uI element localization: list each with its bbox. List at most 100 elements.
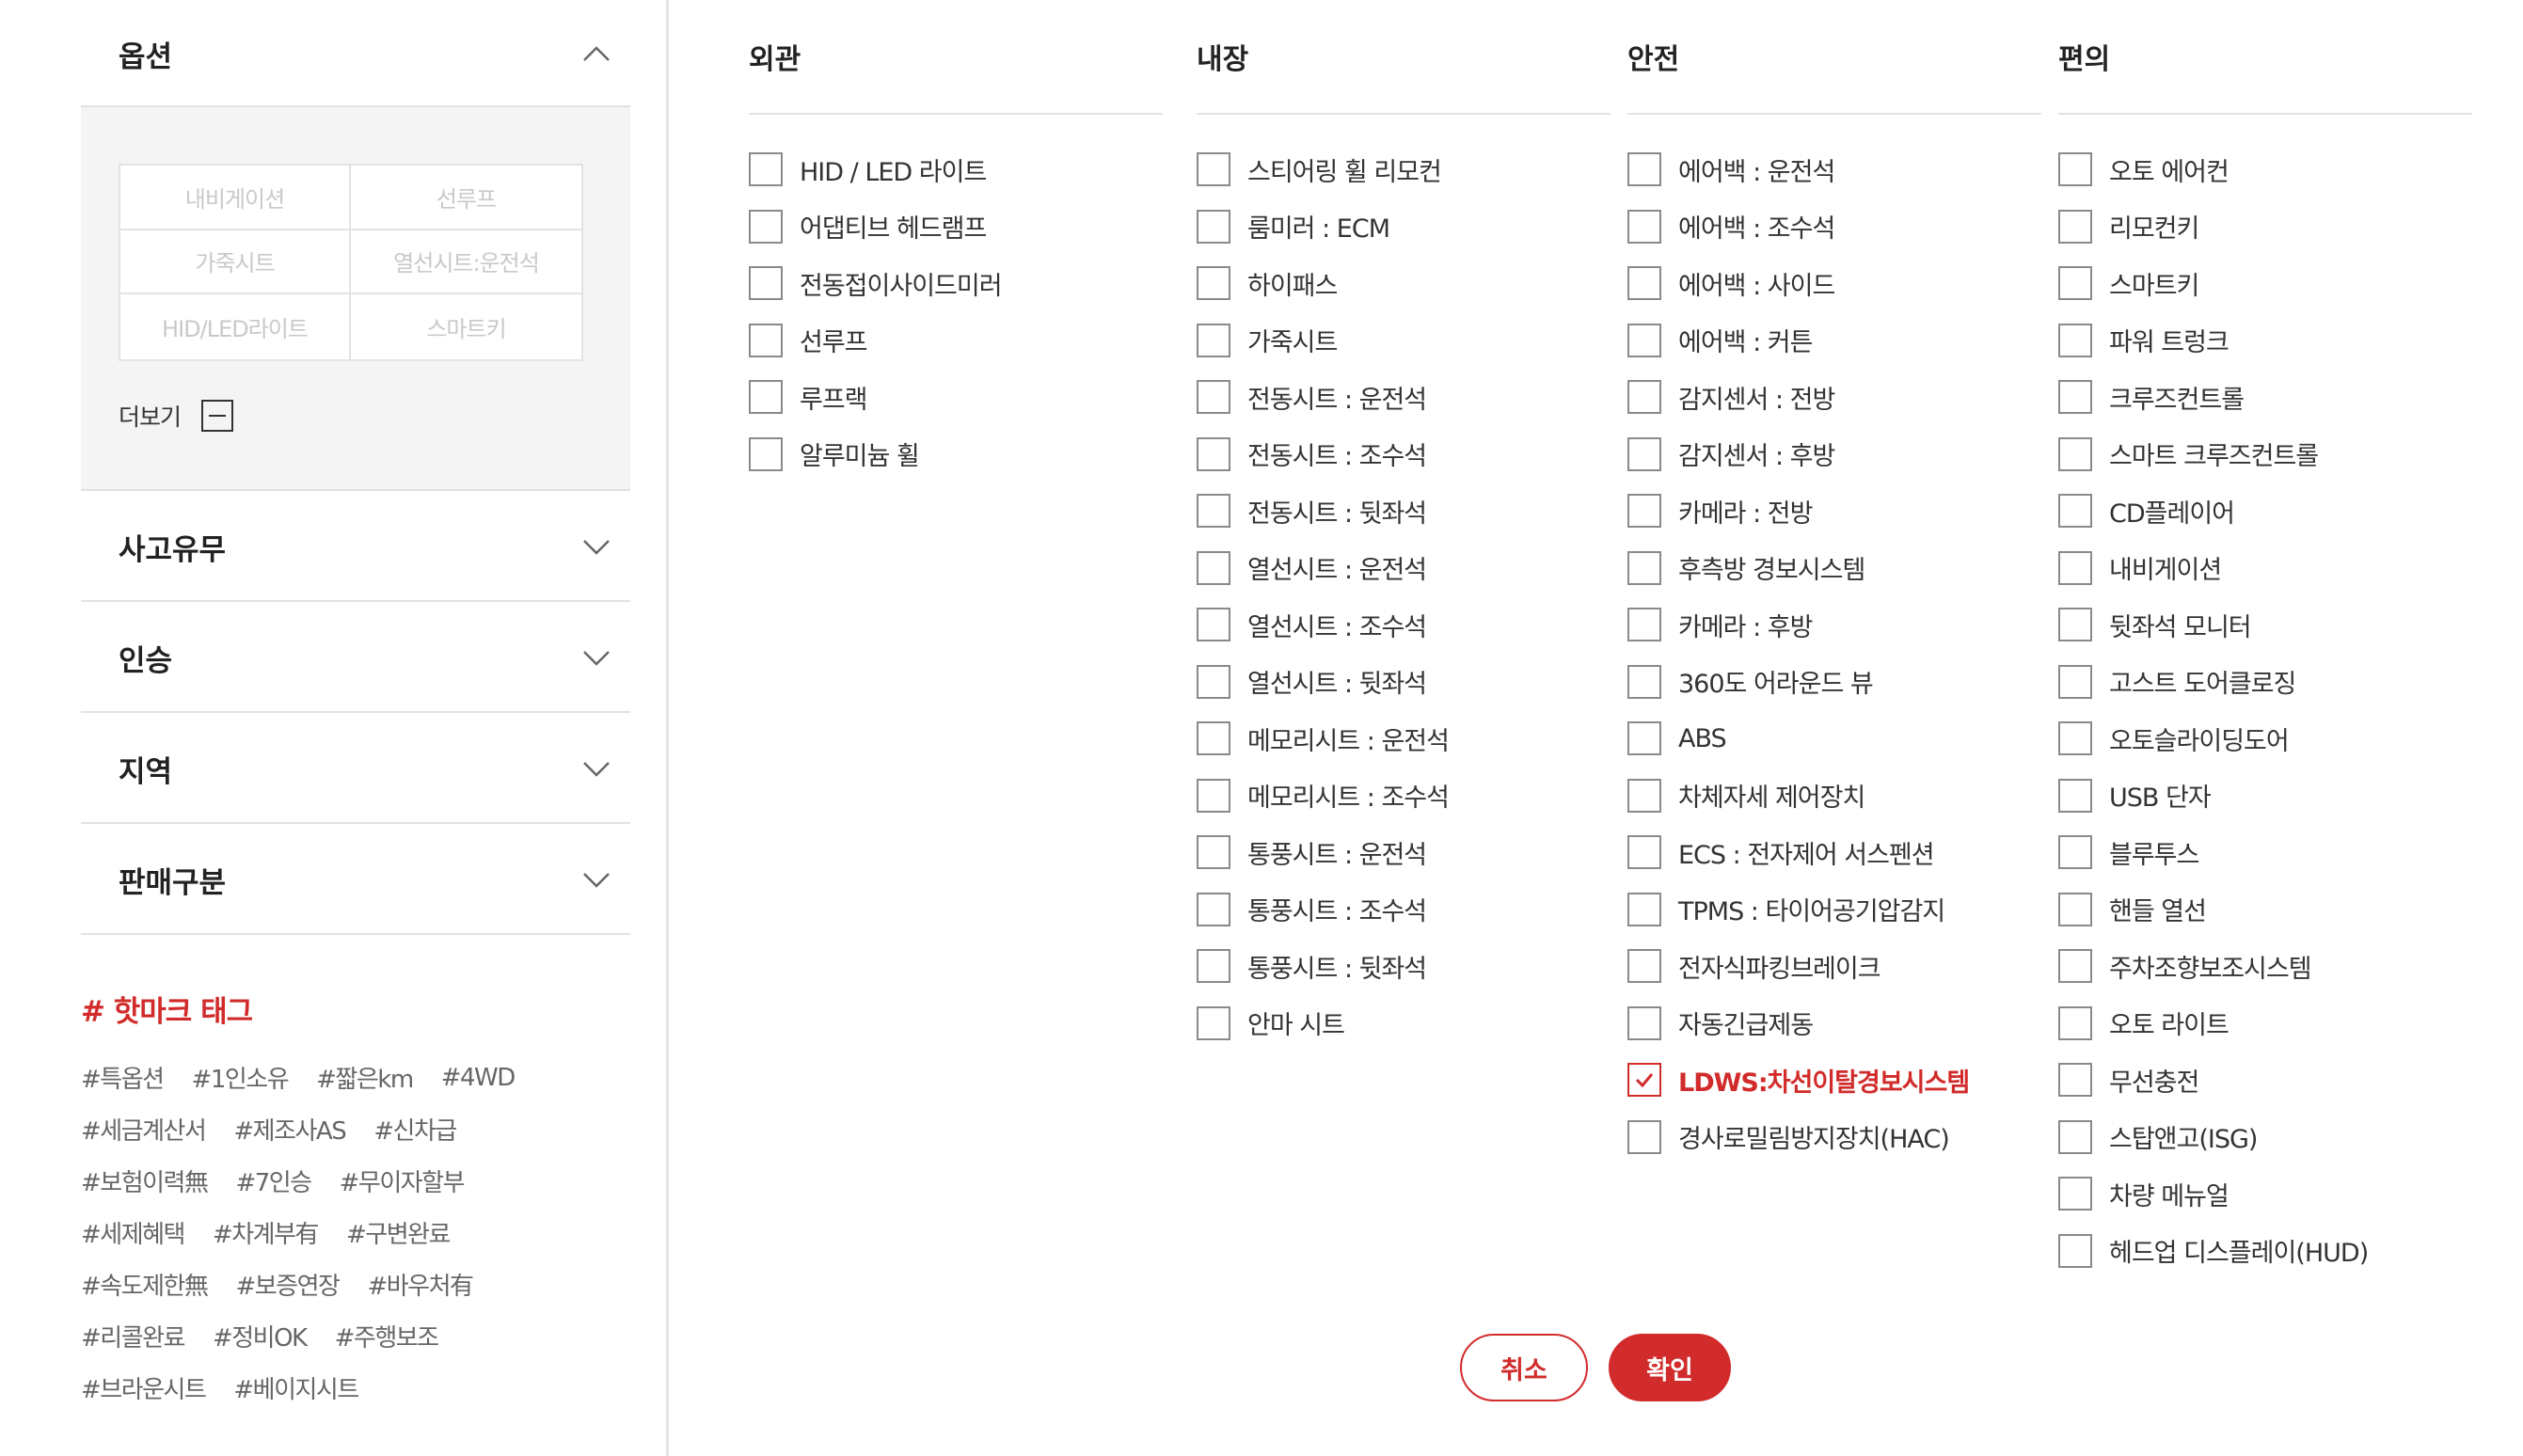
chevron-up-icon[interactable] [579, 37, 613, 71]
checkbox[interactable] [1627, 835, 1661, 869]
option-checkbox-item[interactable]: 하이패스 [1197, 264, 1338, 302]
option-checkbox-item[interactable]: 전동시트 : 운전석 [1197, 378, 1427, 416]
option-checkbox-item[interactable]: 고스트 도어클로징 [2058, 663, 2296, 701]
checkbox[interactable] [1627, 1005, 1661, 1040]
checkbox[interactable] [1627, 949, 1661, 983]
option-checkbox-item[interactable]: 에어백 : 사이드 [1627, 264, 1835, 302]
option-checkbox-item[interactable]: 무선충전 [2058, 1061, 2199, 1099]
checkbox[interactable] [1197, 152, 1230, 186]
section-header-sale-type[interactable]: 판매구분 [81, 847, 630, 912]
collapse-icon[interactable] [201, 400, 234, 432]
hot-tag[interactable]: #구변완료 [346, 1215, 451, 1250]
hot-tag[interactable]: #베이지시트 [233, 1370, 359, 1405]
option-checkbox-item[interactable]: 스탑앤고(ISG) [2058, 1118, 2258, 1156]
option-checkbox-item[interactable]: 감지센서 : 후방 [1627, 435, 1835, 473]
checkbox[interactable] [1627, 778, 1661, 813]
option-checkbox-item[interactable]: 안마 시트 [1197, 1005, 1345, 1042]
checkbox[interactable] [1627, 266, 1661, 300]
option-checkbox-item[interactable]: 선루프 [749, 322, 868, 359]
hot-tag[interactable]: #속도제한無 [81, 1267, 209, 1302]
hot-tag[interactable]: #7인승 [235, 1163, 312, 1198]
option-checkbox-item[interactable]: 전자식파킹브레이크 [1627, 947, 1881, 985]
chevron-down-icon[interactable] [579, 752, 613, 785]
checkbox[interactable] [1197, 380, 1230, 414]
checkbox[interactable] [2058, 380, 2092, 414]
option-chip[interactable]: 스마트키 [351, 294, 581, 359]
checkbox[interactable] [1197, 1005, 1230, 1040]
checkbox[interactable] [1627, 608, 1661, 641]
checkbox[interactable] [1627, 323, 1661, 357]
checkbox[interactable] [749, 323, 783, 357]
hot-tag[interactable]: #정비OK [213, 1319, 308, 1353]
hot-tag[interactable]: #무이자할부 [340, 1163, 466, 1198]
option-checkbox-item[interactable]: 열선시트 : 조수석 [1197, 606, 1427, 643]
checkbox[interactable] [1197, 266, 1230, 300]
option-checkbox-item[interactable]: 블루투스 [2058, 833, 2199, 871]
checkbox[interactable] [2058, 323, 2092, 357]
checkbox[interactable] [1627, 1119, 1661, 1154]
checkbox[interactable] [1627, 494, 1661, 528]
hot-tag[interactable]: #브라운시트 [81, 1370, 207, 1405]
option-checkbox-item[interactable]: 헤드업 디스플레이(HUD) [2058, 1232, 2369, 1270]
option-checkbox-item[interactable]: 내비게이션 [2058, 549, 2222, 587]
option-checkbox-item[interactable]: 리모컨키 [2058, 208, 2199, 245]
checkbox[interactable] [1627, 550, 1661, 585]
hot-tag[interactable]: #1인소유 [192, 1060, 290, 1095]
hot-tag[interactable]: #리콜완료 [81, 1319, 185, 1353]
option-chip[interactable]: 내비게이션 [120, 166, 351, 230]
option-checkbox-item[interactable]: 경사로밀림방지장치(HAC) [1627, 1118, 1950, 1156]
more-toggle[interactable]: 더보기 [119, 399, 234, 433]
checkbox[interactable] [2058, 1233, 2092, 1268]
checkbox[interactable] [2058, 949, 2092, 983]
option-checkbox-item[interactable]: 전동시트 : 조수석 [1197, 435, 1427, 473]
checkbox[interactable] [1197, 949, 1230, 983]
checkbox[interactable] [1197, 550, 1230, 585]
option-checkbox-item[interactable]: 자동긴급제동 [1627, 1005, 1814, 1042]
hot-tag[interactable]: #주행보조 [335, 1319, 439, 1353]
checkbox[interactable] [1197, 892, 1230, 926]
option-checkbox-item[interactable]: 메모리시트 : 조수석 [1197, 777, 1450, 815]
option-checkbox-item[interactable]: 감지센서 : 전방 [1627, 378, 1835, 416]
checkbox[interactable] [1197, 494, 1230, 528]
confirm-button[interactable]: 확인 [1609, 1334, 1731, 1401]
checkbox[interactable] [2058, 892, 2092, 926]
option-checkbox-item[interactable]: 뒷좌석 모니터 [2058, 606, 2252, 643]
checkbox[interactable] [749, 380, 783, 414]
chevron-down-icon[interactable] [579, 530, 613, 563]
hot-tag[interactable]: #4WD [441, 1064, 516, 1092]
option-checkbox-item[interactable]: 가죽시트 [1197, 322, 1338, 359]
option-chip[interactable]: 선루프 [351, 166, 581, 230]
option-checkbox-item[interactable]: 핸들 열선 [2058, 891, 2207, 928]
chevron-down-icon[interactable] [579, 641, 613, 674]
option-chip[interactable]: HID/LED라이트 [120, 294, 351, 359]
checkbox[interactable] [1627, 209, 1661, 244]
checkbox[interactable] [1197, 436, 1230, 471]
hot-tag[interactable]: #세금계산서 [81, 1112, 207, 1147]
option-checkbox-item[interactable]: 오토 라이트 [2058, 1005, 2229, 1042]
option-checkbox-item[interactable]: 전동시트 : 뒷좌석 [1197, 492, 1427, 530]
option-checkbox-item[interactable]: ECS : 전자제어 서스펜션 [1627, 833, 1935, 871]
checkbox[interactable] [2058, 1177, 2092, 1211]
option-checkbox-item[interactable]: 후측방 경보시스템 [1627, 549, 1865, 587]
option-chip[interactable]: 가죽시트 [120, 229, 351, 295]
checkbox[interactable] [749, 209, 783, 244]
option-checkbox-item[interactable]: 통풍시트 : 뒷좌석 [1197, 947, 1427, 985]
option-checkbox-item[interactable]: 오토 에어컨 [2058, 150, 2229, 188]
checkbox[interactable] [2058, 152, 2092, 186]
hot-tag[interactable]: #제조사AS [233, 1112, 346, 1147]
hot-tag[interactable]: #신차급 [373, 1112, 457, 1147]
checkbox[interactable] [749, 152, 783, 186]
checkbox[interactable] [1627, 152, 1661, 186]
checkbox[interactable] [749, 266, 783, 300]
hot-tag[interactable]: #보험이력無 [81, 1163, 209, 1198]
chevron-down-icon[interactable] [579, 863, 613, 896]
hot-tag[interactable]: #특옵션 [81, 1060, 165, 1095]
option-checkbox-item[interactable]: 차량 메뉴얼 [2058, 1175, 2229, 1212]
option-checkbox-item[interactable]: 크루즈컨트롤 [2058, 378, 2245, 416]
option-checkbox-item[interactable]: 알루미늄 휠 [749, 435, 920, 473]
cancel-button[interactable]: 취소 [1460, 1334, 1588, 1401]
checkbox[interactable] [1627, 664, 1661, 699]
checkbox[interactable] [1627, 380, 1661, 414]
option-checkbox-item[interactable]: 열선시트 : 운전석 [1197, 549, 1427, 587]
checkbox[interactable] [2058, 266, 2092, 300]
